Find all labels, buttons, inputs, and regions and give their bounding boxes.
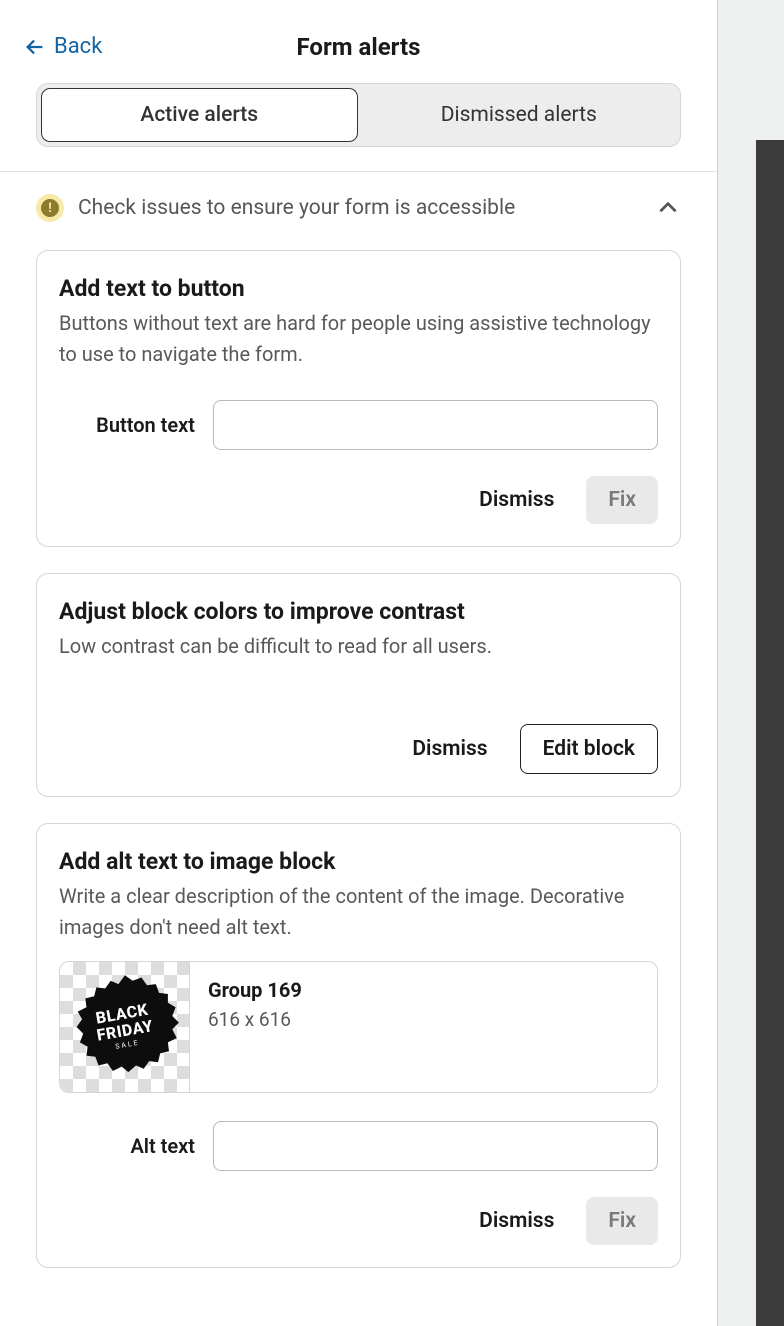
alert-title: Add alt text to image block [59, 848, 658, 875]
tabs: Active alerts Dismissed alerts [36, 83, 681, 147]
edit-block-button[interactable]: Edit block [520, 724, 658, 774]
back-button[interactable]: Back [24, 34, 102, 59]
alert-card: Add alt text to image block Write a clea… [36, 823, 681, 1268]
section-title: Check issues to ensure your form is acce… [78, 196, 641, 220]
fix-button[interactable]: Fix [586, 476, 658, 524]
button-text-row: Button text [59, 400, 658, 450]
alert-card: Add text to button Buttons without text … [36, 250, 681, 547]
alert-description: Low contrast can be difficult to read fo… [59, 631, 658, 662]
black-friday-badge-icon: BLACK FRIDAY SALE [70, 972, 180, 1082]
dismiss-button[interactable]: Dismiss [398, 727, 501, 771]
alert-title: Adjust block colors to improve contrast [59, 598, 658, 625]
back-label: Back [54, 34, 102, 59]
alt-text-label: Alt text [59, 1134, 195, 1158]
tabs-container: Active alerts Dismissed alerts [0, 83, 717, 147]
dismiss-button[interactable]: Dismiss [465, 478, 568, 522]
alt-text-row: Alt text [59, 1121, 658, 1171]
alert-actions: Dismiss Fix [59, 1197, 658, 1245]
page-title: Form alerts [0, 33, 717, 61]
button-text-label: Button text [59, 413, 195, 437]
alert-description: Buttons without text are hard for people… [59, 308, 658, 370]
panel-header: Back Form alerts [0, 0, 717, 83]
alert-card: Adjust block colors to improve contrast … [36, 573, 681, 797]
alerts-list: Add text to button Buttons without text … [0, 232, 717, 1326]
tab-dismissed-alerts[interactable]: Dismissed alerts [362, 88, 677, 142]
right-dark-strip [756, 140, 784, 1326]
image-name: Group 169 [208, 978, 302, 1002]
warning-icon: ! [36, 194, 64, 222]
arrow-left-icon [24, 36, 46, 58]
tab-active-alerts[interactable]: Active alerts [41, 88, 358, 142]
image-preview: BLACK FRIDAY SALE Group 169 616 x 616 [59, 961, 658, 1093]
alert-title: Add text to button [59, 275, 658, 302]
alert-actions: Dismiss Fix [59, 476, 658, 524]
dismiss-button[interactable]: Dismiss [465, 1199, 568, 1243]
image-thumbnail: BLACK FRIDAY SALE [60, 962, 190, 1092]
fix-button[interactable]: Fix [586, 1197, 658, 1245]
alert-description: Write a clear description of the content… [59, 881, 658, 943]
button-text-input[interactable] [213, 400, 658, 450]
alert-actions: Dismiss Edit block [59, 724, 658, 774]
section-header[interactable]: ! Check issues to ensure your form is ac… [0, 172, 717, 232]
right-gutter [718, 0, 784, 1326]
alt-text-input[interactable] [213, 1121, 658, 1171]
chevron-up-icon [655, 195, 681, 221]
image-dimensions: 616 x 616 [208, 1008, 302, 1031]
image-meta: Group 169 616 x 616 [190, 962, 320, 1092]
form-alerts-panel: Back Form alerts Active alerts Dismissed… [0, 0, 718, 1326]
